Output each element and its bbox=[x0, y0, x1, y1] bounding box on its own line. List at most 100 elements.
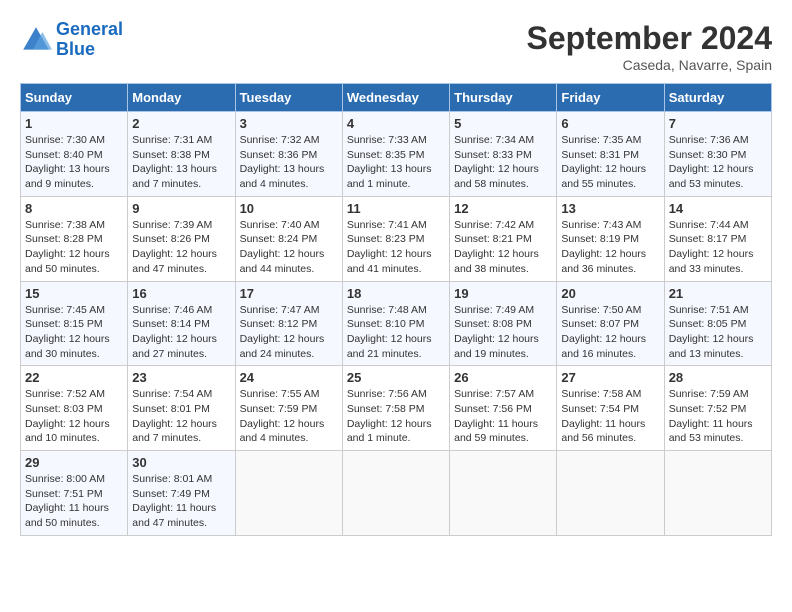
logo: General Blue bbox=[20, 20, 123, 60]
calendar-cell: 15 Sunrise: 7:45 AMSunset: 8:15 PMDayligh… bbox=[21, 281, 128, 366]
day-number: 13 bbox=[561, 201, 659, 216]
day-info: Sunrise: 7:52 AMSunset: 8:03 PMDaylight:… bbox=[25, 387, 123, 446]
calendar-cell: 19 Sunrise: 7:49 AMSunset: 8:08 PMDayligh… bbox=[450, 281, 557, 366]
title-block: September 2024 Caseda, Navarre, Spain bbox=[527, 20, 772, 73]
calendar-cell: 27Sunrise: 7:58 AMSunset: 7:54 PMDayligh… bbox=[557, 366, 664, 451]
day-info: Sunrise: 7:47 AMSunset: 8:12 PMDaylight:… bbox=[240, 303, 338, 362]
logo-line2: Blue bbox=[56, 39, 95, 59]
calendar-row: 29 Sunrise: 8:00 AMSunset: 7:51 PMDayligh… bbox=[21, 451, 772, 536]
calendar-cell: 20Sunrise: 7:50 AMSunset: 8:07 PMDayligh… bbox=[557, 281, 664, 366]
calendar-cell: 25 Sunrise: 7:56 AMSunset: 7:58 PMDayligh… bbox=[342, 366, 449, 451]
calendar-cell: 10 Sunrise: 7:40 AMSunset: 8:24 PMDayligh… bbox=[235, 196, 342, 281]
day-info: Sunrise: 7:32 AMSunset: 8:36 PMDaylight:… bbox=[240, 133, 338, 192]
day-number: 8 bbox=[25, 201, 123, 216]
calendar-cell: 24Sunrise: 7:55 AMSunset: 7:59 PMDayligh… bbox=[235, 366, 342, 451]
day-number: 19 bbox=[454, 286, 552, 301]
day-info: Sunrise: 7:57 AMSunset: 7:56 PMDaylight:… bbox=[454, 387, 552, 446]
calendar-cell: 6 Sunrise: 7:35 AMSunset: 8:31 PMDaylight… bbox=[557, 112, 664, 197]
day-number: 5 bbox=[454, 116, 552, 131]
day-number: 2 bbox=[132, 116, 230, 131]
calendar-cell: 7 Sunrise: 7:36 AMSunset: 8:30 PMDaylight… bbox=[664, 112, 771, 197]
location-subtitle: Caseda, Navarre, Spain bbox=[527, 57, 772, 73]
day-info: Sunrise: 7:33 AMSunset: 8:35 PMDaylight:… bbox=[347, 133, 445, 192]
calendar-cell bbox=[664, 451, 771, 536]
day-info: Sunrise: 7:43 AMSunset: 8:19 PMDaylight:… bbox=[561, 218, 659, 277]
calendar-cell: 30 Sunrise: 8:01 AMSunset: 7:49 PMDayligh… bbox=[128, 451, 235, 536]
day-info: Sunrise: 7:49 AMSunset: 8:08 PMDaylight:… bbox=[454, 303, 552, 362]
day-number: 16 bbox=[132, 286, 230, 301]
calendar-cell: 17 Sunrise: 7:47 AMSunset: 8:12 PMDayligh… bbox=[235, 281, 342, 366]
calendar-cell: 4Sunrise: 7:33 AMSunset: 8:35 PMDaylight… bbox=[342, 112, 449, 197]
day-number: 9 bbox=[132, 201, 230, 216]
calendar-cell bbox=[450, 451, 557, 536]
col-wednesday: Wednesday bbox=[342, 84, 449, 112]
calendar-row: 15 Sunrise: 7:45 AMSunset: 8:15 PMDayligh… bbox=[21, 281, 772, 366]
logo-icon bbox=[20, 24, 52, 56]
day-info: Sunrise: 8:00 AMSunset: 7:51 PMDaylight:… bbox=[25, 472, 123, 531]
calendar-cell: 23Sunrise: 7:54 AMSunset: 8:01 PMDayligh… bbox=[128, 366, 235, 451]
day-info: Sunrise: 7:51 AMSunset: 8:05 PMDaylight:… bbox=[669, 303, 767, 362]
logo-text: General Blue bbox=[56, 20, 123, 60]
month-title: September 2024 bbox=[527, 20, 772, 57]
calendar-cell: 22 Sunrise: 7:52 AMSunset: 8:03 PMDayligh… bbox=[21, 366, 128, 451]
day-number: 24 bbox=[240, 370, 338, 385]
calendar-cell bbox=[342, 451, 449, 536]
calendar-cell: 29 Sunrise: 8:00 AMSunset: 7:51 PMDayligh… bbox=[21, 451, 128, 536]
calendar-cell: 12 Sunrise: 7:42 AMSunset: 8:21 PMDayligh… bbox=[450, 196, 557, 281]
day-number: 28 bbox=[669, 370, 767, 385]
day-info: Sunrise: 7:45 AMSunset: 8:15 PMDaylight:… bbox=[25, 303, 123, 362]
day-number: 25 bbox=[347, 370, 445, 385]
calendar-row: 22 Sunrise: 7:52 AMSunset: 8:03 PMDayligh… bbox=[21, 366, 772, 451]
day-number: 3 bbox=[240, 116, 338, 131]
calendar-cell: 16 Sunrise: 7:46 AMSunset: 8:14 PMDayligh… bbox=[128, 281, 235, 366]
calendar-body: 1Sunrise: 7:30 AMSunset: 8:40 PMDaylight… bbox=[21, 112, 772, 536]
day-info: Sunrise: 7:39 AMSunset: 8:26 PMDaylight:… bbox=[132, 218, 230, 277]
day-number: 20 bbox=[561, 286, 659, 301]
page-header: General Blue September 2024 Caseda, Nava… bbox=[20, 20, 772, 73]
calendar-table: Sunday Monday Tuesday Wednesday Thursday… bbox=[20, 83, 772, 536]
calendar-header: Sunday Monday Tuesday Wednesday Thursday… bbox=[21, 84, 772, 112]
day-number: 30 bbox=[132, 455, 230, 470]
day-info: Sunrise: 7:58 AMSunset: 7:54 PMDaylight:… bbox=[561, 387, 659, 446]
day-info: Sunrise: 7:41 AMSunset: 8:23 PMDaylight:… bbox=[347, 218, 445, 277]
day-number: 7 bbox=[669, 116, 767, 131]
day-number: 22 bbox=[25, 370, 123, 385]
day-number: 29 bbox=[25, 455, 123, 470]
calendar-cell: 9 Sunrise: 7:39 AMSunset: 8:26 PMDaylight… bbox=[128, 196, 235, 281]
calendar-cell: 21Sunrise: 7:51 AMSunset: 8:05 PMDayligh… bbox=[664, 281, 771, 366]
col-tuesday: Tuesday bbox=[235, 84, 342, 112]
day-number: 6 bbox=[561, 116, 659, 131]
calendar-cell: 26 Sunrise: 7:57 AMSunset: 7:56 PMDayligh… bbox=[450, 366, 557, 451]
day-info: Sunrise: 7:44 AMSunset: 8:17 PMDaylight:… bbox=[669, 218, 767, 277]
calendar-cell: 5 Sunrise: 7:34 AMSunset: 8:33 PMDaylight… bbox=[450, 112, 557, 197]
logo-line1: General bbox=[56, 19, 123, 39]
day-info: Sunrise: 7:42 AMSunset: 8:21 PMDaylight:… bbox=[454, 218, 552, 277]
day-number: 17 bbox=[240, 286, 338, 301]
day-info: Sunrise: 7:48 AMSunset: 8:10 PMDaylight:… bbox=[347, 303, 445, 362]
day-number: 18 bbox=[347, 286, 445, 301]
col-friday: Friday bbox=[557, 84, 664, 112]
day-info: Sunrise: 7:59 AMSunset: 7:52 PMDaylight:… bbox=[669, 387, 767, 446]
day-number: 26 bbox=[454, 370, 552, 385]
day-info: Sunrise: 7:34 AMSunset: 8:33 PMDaylight:… bbox=[454, 133, 552, 192]
col-thursday: Thursday bbox=[450, 84, 557, 112]
day-number: 10 bbox=[240, 201, 338, 216]
calendar-cell: 1Sunrise: 7:30 AMSunset: 8:40 PMDaylight… bbox=[21, 112, 128, 197]
day-info: Sunrise: 7:30 AMSunset: 8:40 PMDaylight:… bbox=[25, 133, 123, 192]
calendar-row: 8 Sunrise: 7:38 AMSunset: 8:28 PMDaylight… bbox=[21, 196, 772, 281]
day-info: Sunrise: 7:38 AMSunset: 8:28 PMDaylight:… bbox=[25, 218, 123, 277]
day-info: Sunrise: 7:36 AMSunset: 8:30 PMDaylight:… bbox=[669, 133, 767, 192]
day-number: 12 bbox=[454, 201, 552, 216]
calendar-cell: 28 Sunrise: 7:59 AMSunset: 7:52 PMDayligh… bbox=[664, 366, 771, 451]
calendar-row: 1Sunrise: 7:30 AMSunset: 8:40 PMDaylight… bbox=[21, 112, 772, 197]
col-monday: Monday bbox=[128, 84, 235, 112]
day-info: Sunrise: 7:46 AMSunset: 8:14 PMDaylight:… bbox=[132, 303, 230, 362]
day-info: Sunrise: 7:35 AMSunset: 8:31 PMDaylight:… bbox=[561, 133, 659, 192]
day-number: 14 bbox=[669, 201, 767, 216]
day-info: Sunrise: 7:40 AMSunset: 8:24 PMDaylight:… bbox=[240, 218, 338, 277]
day-info: Sunrise: 7:56 AMSunset: 7:58 PMDaylight:… bbox=[347, 387, 445, 446]
calendar-cell: 8 Sunrise: 7:38 AMSunset: 8:28 PMDaylight… bbox=[21, 196, 128, 281]
day-number: 15 bbox=[25, 286, 123, 301]
calendar-cell: 13 Sunrise: 7:43 AMSunset: 8:19 PMDayligh… bbox=[557, 196, 664, 281]
day-info: Sunrise: 8:01 AMSunset: 7:49 PMDaylight:… bbox=[132, 472, 230, 531]
